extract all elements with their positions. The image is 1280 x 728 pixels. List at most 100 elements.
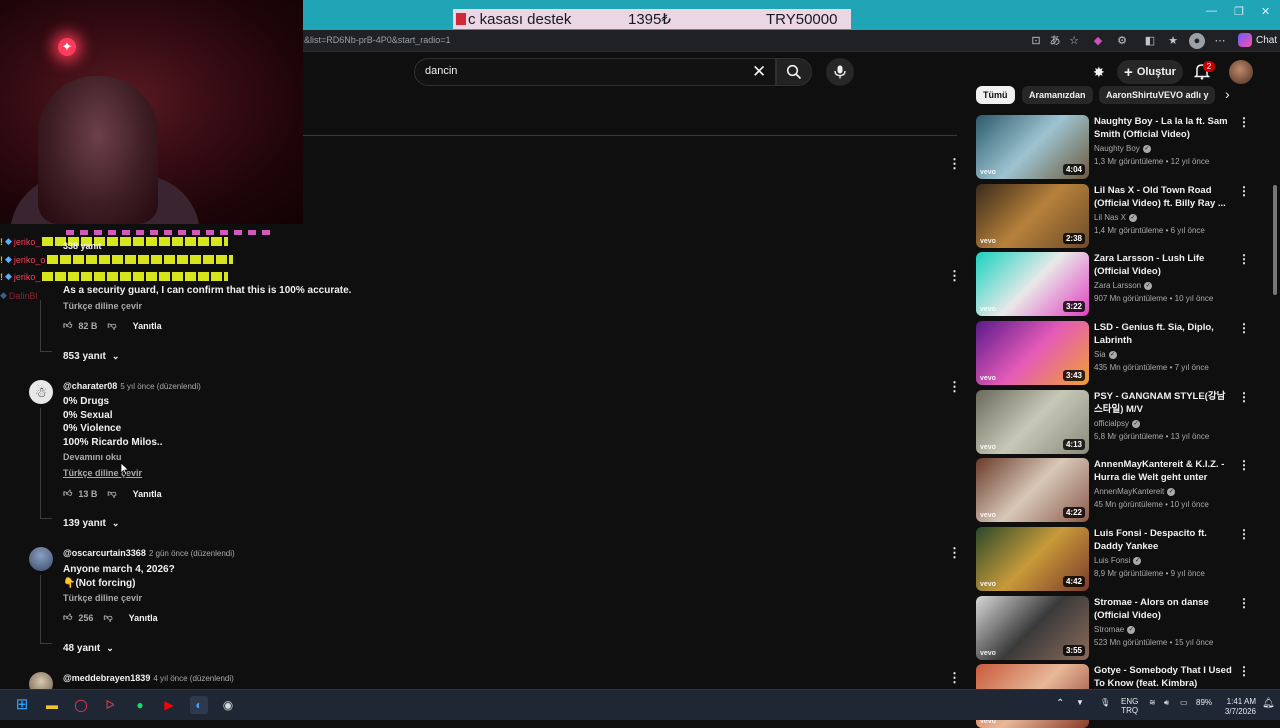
screenshot-icon[interactable]: ⊡ [1028, 33, 1044, 49]
dislike-icon[interactable]: 👎︎ [103, 612, 112, 623]
comment-more-icon[interactable]: ⋮ [948, 156, 961, 172]
channel-name[interactable]: Zara Larsson [1094, 281, 1141, 290]
edge-browser-icon[interactable]: ◐ [190, 696, 208, 714]
like-icon[interactable]: 👍︎ [63, 612, 72, 623]
puzzle-extensions-icon[interactable]: ⚙ [1114, 33, 1130, 49]
video-card[interactable]: vevo 2:38 Lil Nas X - Old Town Road (Offic… [976, 184, 1266, 248]
translate-link[interactable]: Türkçe diline çevir [63, 468, 142, 478]
chip-from-search[interactable]: Aramanızdan [1022, 86, 1093, 104]
video-more-icon[interactable]: ⋮ [1238, 596, 1250, 610]
chip-channel[interactable]: AaronShirtuVEVO adlı y [1099, 86, 1215, 104]
create-button[interactable]: + Oluştur [1117, 60, 1183, 84]
video-more-icon[interactable]: ⋮ [1238, 252, 1250, 266]
video-more-icon[interactable]: ⋮ [1238, 458, 1250, 472]
video-thumbnail[interactable]: vevo 3:22 [976, 252, 1089, 316]
favorite-star-icon[interactable]: ☆ [1066, 33, 1082, 49]
comment-more-icon[interactable]: ⋮ [948, 379, 961, 395]
profile-icon[interactable]: ● [1189, 33, 1205, 49]
close-window-icon[interactable]: ✕ [1261, 5, 1270, 18]
translate-link[interactable]: Türkçe diline çevir [63, 593, 142, 603]
translate-icon[interactable]: あ [1047, 33, 1063, 49]
obs-icon[interactable]: ◉ [219, 696, 237, 714]
video-thumbnail[interactable]: vevo 2:38 [976, 184, 1089, 248]
video-card[interactable]: vevo 3:43 LSD - Genius ft. Sia, Diplo, Lab… [976, 321, 1266, 385]
volume-icon[interactable]: 🔊︎ [1164, 698, 1169, 708]
windows-start-icon[interactable]: ⊞ [13, 696, 31, 714]
reply-button[interactable]: Yanıtla [133, 321, 162, 331]
channel-name[interactable]: Luis Fonsi [1094, 556, 1130, 565]
reply-button[interactable]: Yanıtla [133, 489, 162, 499]
channel-name[interactable]: Naughty Boy [1094, 144, 1140, 153]
maximize-icon[interactable]: ❐ [1234, 5, 1244, 18]
replies-toggle[interactable]: 853 yanıt ⌄ [63, 351, 119, 362]
clear-search-icon[interactable]: ✕ [752, 62, 766, 82]
search-query[interactable]: dancin [425, 65, 457, 77]
comment-author[interactable]: @meddebrayen1839 [63, 673, 150, 683]
comment-more-icon[interactable]: ⋮ [948, 268, 961, 284]
video-title[interactable]: Naughty Boy - La la la ft. Sam Smith (Of… [1094, 115, 1234, 141]
split-screen-icon[interactable]: ◧ [1142, 33, 1158, 49]
minimize-icon[interactable]: — [1206, 5, 1217, 17]
copilot-chat-button[interactable]: Chat [1238, 33, 1277, 47]
chip-all[interactable]: Tümü [976, 86, 1015, 104]
premium-badge-icon[interactable]: ✸ [1093, 64, 1105, 81]
video-card[interactable]: vevo 3:55 Stromae - Alors on danse (Offici… [976, 596, 1266, 660]
file-explorer-icon[interactable]: ▬ [43, 696, 61, 714]
video-more-icon[interactable]: ⋮ [1238, 527, 1250, 541]
replies-toggle[interactable]: 48 yanıt ⌄ [63, 643, 114, 654]
video-thumbnail[interactable]: vevo 4:04 [976, 115, 1089, 179]
favorites-icon[interactable]: ★ [1165, 33, 1181, 49]
read-more-link[interactable]: Devamını oku [63, 452, 122, 462]
video-card[interactable]: vevo 4:22 AnnenMayKantereit & K.I.Z. - Hur… [976, 458, 1266, 522]
extension-icon[interactable]: ◆ [1090, 33, 1106, 49]
chevron-right-icon[interactable]: › [1225, 86, 1230, 102]
microphone-tray-icon[interactable]: 🎙︎ [1100, 698, 1110, 707]
opera-icon[interactable]: ◯ [72, 696, 90, 714]
video-title[interactable]: LSD - Genius ft. Sia, Diplo, Labrinth [1094, 321, 1234, 347]
replies-count-top[interactable]: 338 yanıt [63, 241, 102, 251]
account-avatar[interactable] [1229, 60, 1253, 84]
like-icon[interactable]: 👍︎ [63, 488, 72, 499]
channel-name[interactable]: Lil Nas X [1094, 213, 1126, 222]
translate-link[interactable]: Türkçe diline çevir [63, 301, 142, 311]
video-more-icon[interactable]: ⋮ [1238, 321, 1250, 335]
address-url[interactable]: &list=RD6Nb-prB-4P0&start_radio=1 [304, 35, 451, 45]
youtube-app-icon[interactable]: ▶ [160, 696, 178, 714]
avatar[interactable] [29, 547, 53, 571]
video-thumbnail[interactable]: vevo 4:42 [976, 527, 1089, 591]
video-more-icon[interactable]: ⋮ [1238, 184, 1250, 198]
search-input[interactable] [414, 58, 776, 86]
comment-author[interactable]: @oscarcurtain3368 [63, 548, 146, 558]
comment-more-icon[interactable]: ⋮ [948, 670, 961, 686]
video-card[interactable]: vevo 4:04 Naughty Boy - La la la ft. Sam S… [976, 115, 1266, 179]
channel-name[interactable]: Stromae [1094, 625, 1124, 634]
comment-author[interactable]: @charater08 [63, 381, 117, 391]
channel-name[interactable]: Sia [1094, 350, 1106, 359]
channel-name[interactable]: officialpsy [1094, 419, 1129, 428]
avatar[interactable]: ☃ [29, 380, 53, 404]
video-title[interactable]: Zara Larsson - Lush Life (Official Video… [1094, 252, 1234, 278]
video-thumbnail[interactable]: vevo 3:55 [976, 596, 1089, 660]
network-shield-icon[interactable]: ▼ [1076, 698, 1084, 707]
more-options-icon[interactable]: ⋯ [1212, 33, 1228, 49]
video-title[interactable]: Stromae - Alors on danse (Official Video… [1094, 596, 1234, 622]
video-thumbnail[interactable]: vevo 4:22 [976, 458, 1089, 522]
video-card[interactable]: vevo 3:22 Zara Larsson - Lush Life (Offici… [976, 252, 1266, 316]
channel-name[interactable]: AnnenMayKantereit [1094, 487, 1164, 496]
video-thumbnail[interactable]: vevo 3:43 [976, 321, 1089, 385]
spotify-icon[interactable]: ● [131, 696, 149, 714]
replies-toggle[interactable]: 139 yanıt ⌄ [63, 518, 119, 529]
video-title[interactable]: Luis Fonsi - Despacito ft. Daddy Yankee [1094, 527, 1234, 553]
clock[interactable]: 1:41 AM 3/7/2026 [1222, 697, 1256, 717]
dislike-icon[interactable]: 👎︎ [107, 488, 116, 499]
video-title[interactable]: AnnenMayKantereit & K.I.Z. - Hurra die W… [1094, 458, 1234, 484]
video-title[interactable]: Lil Nas X - Old Town Road (Official Vide… [1094, 184, 1234, 210]
video-thumbnail[interactable]: vevo 4:13 [976, 390, 1089, 454]
dislike-icon[interactable]: 👎︎ [107, 320, 116, 331]
battery-icon[interactable]: ▭ [1180, 698, 1188, 707]
voice-search-button[interactable] [826, 58, 854, 86]
scrollbar[interactable] [1273, 185, 1277, 295]
video-more-icon[interactable]: ⋮ [1238, 115, 1250, 129]
reply-button[interactable]: Yanıtla [129, 613, 158, 623]
comment-more-icon[interactable]: ⋮ [948, 545, 961, 561]
